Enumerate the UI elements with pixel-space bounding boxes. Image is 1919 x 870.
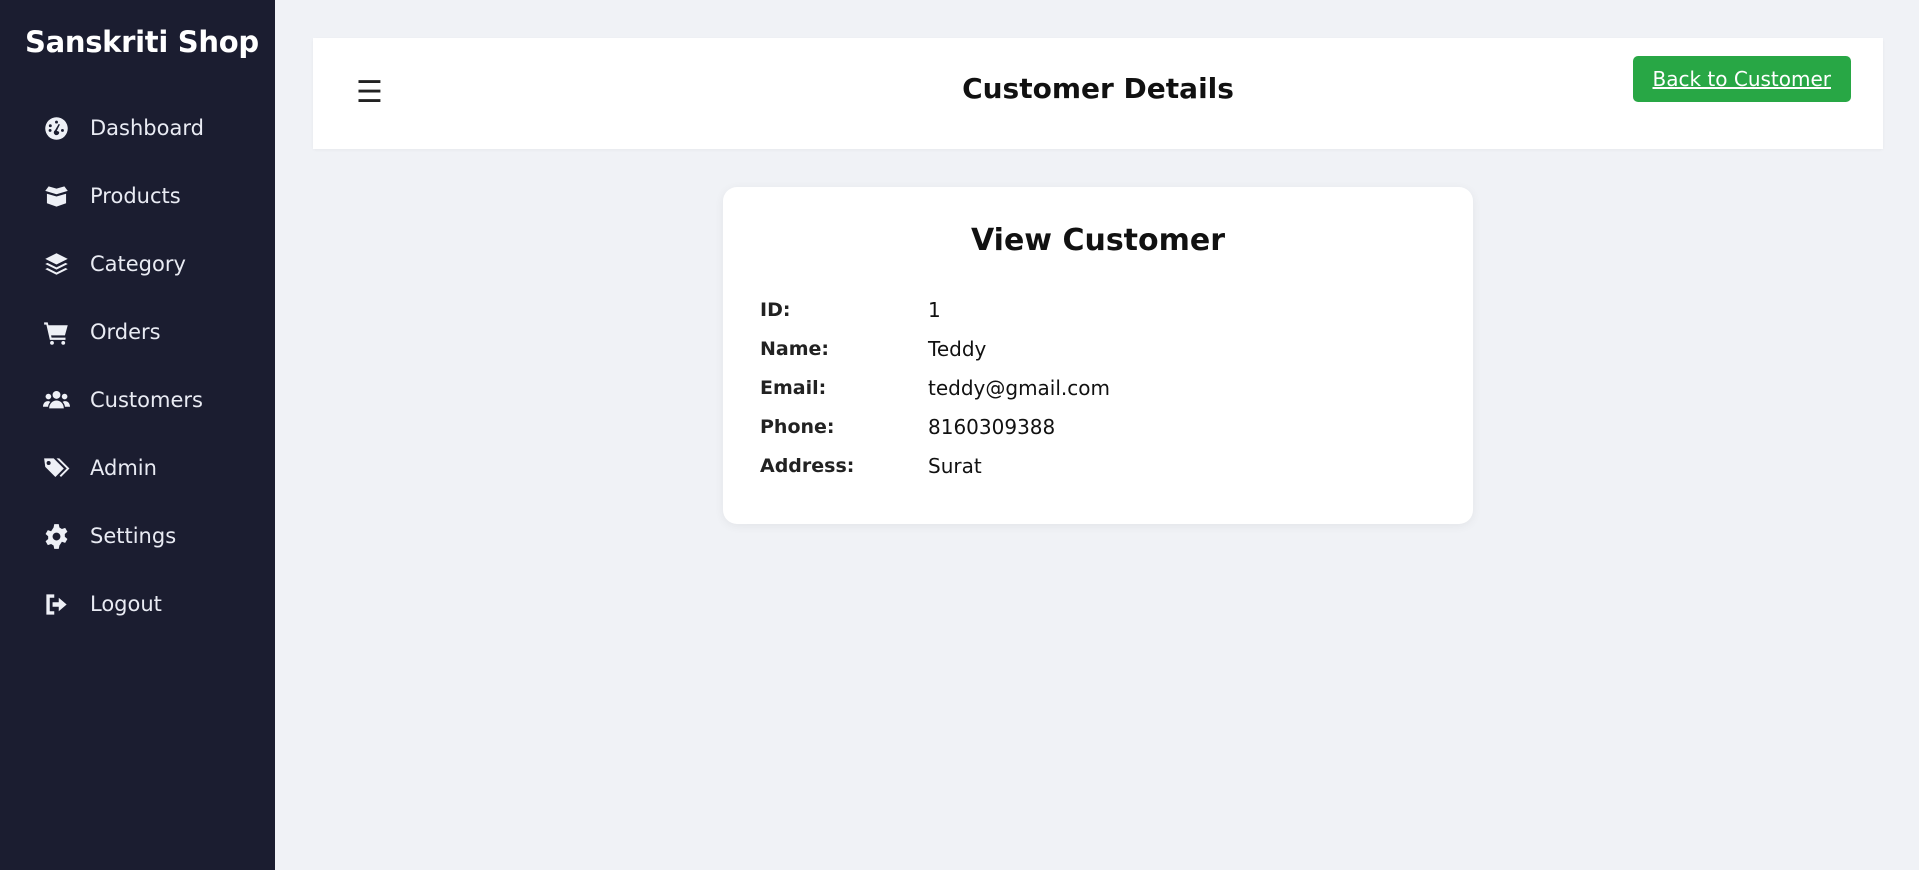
detail-label: ID: — [760, 298, 791, 321]
customer-details-list: ID: 1 Name: Teddy Email: teddy@gmail.com… — [760, 290, 1110, 485]
back-to-customer-button[interactable]: Back to Customer — [1632, 56, 1851, 102]
sidebar-item-settings[interactable]: Settings — [0, 502, 275, 570]
sidebar-item-orders[interactable]: Orders — [0, 298, 275, 366]
sidebar-item-admin[interactable]: Admin — [0, 434, 275, 502]
detail-value: 8160309388 — [928, 414, 1056, 439]
detail-row-name: Name: Teddy — [760, 329, 1110, 368]
gear-icon — [42, 523, 70, 549]
detail-row-id: ID: 1 — [760, 290, 1110, 329]
detail-row-address: Address: Surat — [760, 446, 1110, 485]
brand-title: Sanskriti Shop — [25, 25, 259, 59]
sidebar-item-products[interactable]: Products — [0, 162, 275, 230]
sidebar-item-customers[interactable]: Customers — [0, 366, 275, 434]
detail-label: Email: — [760, 376, 827, 399]
dashboard-icon — [42, 115, 70, 141]
detail-value: teddy@gmail.com — [928, 375, 1110, 400]
sidebar-item-category[interactable]: Category — [0, 230, 275, 298]
tags-icon — [42, 455, 70, 481]
sidebar-item-label: Category — [90, 252, 186, 276]
detail-value: Teddy — [928, 336, 987, 361]
detail-row-email: Email: teddy@gmail.com — [760, 368, 1110, 407]
detail-value: Surat — [928, 453, 982, 478]
top-bar: ☰ Customer Details Back to Customer — [313, 38, 1883, 149]
sidebar: Sanskriti Shop Dashboard Products Catego… — [0, 0, 275, 870]
layers-icon — [42, 251, 70, 277]
sidebar-item-label: Logout — [90, 592, 162, 616]
sidebar-item-logout[interactable]: Logout — [0, 570, 275, 638]
sidebar-item-label: Settings — [90, 524, 177, 548]
sidebar-item-label: Admin — [90, 456, 157, 480]
logout-icon — [42, 591, 70, 617]
sidebar-item-dashboard[interactable]: Dashboard — [0, 94, 275, 162]
detail-label: Name: — [760, 337, 830, 360]
detail-label: Address: — [760, 454, 855, 477]
customer-detail-card: View Customer ID: 1 Name: Teddy Email: t… — [723, 187, 1473, 524]
sidebar-item-label: Dashboard — [90, 116, 204, 140]
detail-row-phone: Phone: 8160309388 — [760, 407, 1110, 446]
sidebar-item-label: Customers — [90, 388, 203, 412]
sidebar-item-label: Orders — [90, 320, 161, 344]
users-icon — [42, 387, 70, 413]
sidebar-nav: Dashboard Products Category Orders Custo… — [0, 94, 275, 638]
cart-icon — [42, 319, 70, 345]
box-open-icon — [42, 183, 70, 209]
detail-label: Phone: — [760, 415, 835, 438]
card-title: View Customer — [970, 223, 1226, 258]
sidebar-item-label: Products — [90, 184, 181, 208]
detail-value: 1 — [928, 297, 941, 322]
